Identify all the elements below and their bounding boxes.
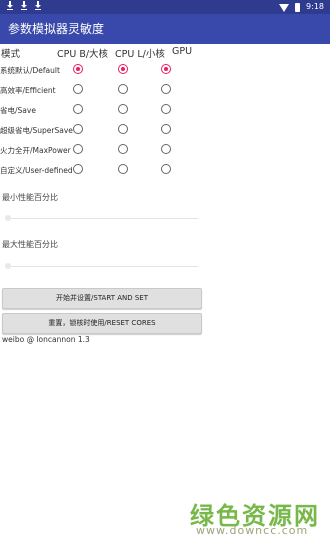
max-performance-slider[interactable] (8, 266, 198, 267)
app-title: 参数模拟器灵敏度 (8, 22, 105, 36)
mode-radio[interactable] (161, 124, 171, 134)
download-icon (20, 0, 28, 10)
reset-cores-button[interactable]: 重置，锁核时使用/RESET CORES (2, 313, 202, 334)
max-performance-label: 最大性能百分比 (2, 240, 58, 249)
max-performance-slider-thumb[interactable] (5, 263, 11, 269)
mode-label: 超级省电/SuperSave (0, 126, 73, 135)
wifi-icon (279, 4, 290, 12)
mode-radio[interactable] (73, 164, 83, 174)
mode-radio[interactable] (73, 64, 83, 74)
mode-radio[interactable] (73, 84, 83, 94)
header-cpu-little: CPU L/小核 (115, 49, 165, 60)
min-performance-label: 最小性能百分比 (2, 193, 58, 202)
mode-radio[interactable] (118, 164, 128, 174)
mode-radio[interactable] (161, 104, 171, 114)
watermark-url: www.downcc.com (196, 524, 309, 537)
mode-radio[interactable] (161, 144, 171, 154)
mode-radio[interactable] (161, 164, 171, 174)
download-icon (34, 0, 42, 10)
app-bar: 参数模拟器灵敏度 (0, 14, 330, 44)
mode-radio[interactable] (118, 84, 128, 94)
mode-label: 火力全开/MaxPower (0, 146, 71, 155)
status-bar: 9:18 (0, 0, 330, 14)
mode-radio[interactable] (73, 124, 83, 134)
credit-text: weibo @ loncannon 1.3 (2, 335, 90, 344)
mode-radio[interactable] (161, 64, 171, 74)
status-time: 9:18 (306, 2, 324, 11)
mode-radio[interactable] (73, 144, 83, 154)
header-gpu: GPU (172, 46, 193, 57)
header-mode: 模式 (1, 49, 21, 60)
mode-radio[interactable] (118, 144, 128, 154)
mode-radio[interactable] (118, 64, 128, 74)
mode-label: 高效率/Efficient (0, 86, 56, 95)
mode-label: 省电/Save (0, 106, 36, 115)
mode-label: 自定义/User-defined (0, 166, 73, 175)
mode-label: 系统默认/Default (0, 66, 60, 75)
battery-icon (295, 2, 301, 12)
start-and-set-button[interactable]: 开始并设置/START AND SET (2, 288, 202, 309)
mode-radio[interactable] (161, 84, 171, 94)
download-icon (6, 0, 14, 10)
header-cpu-big: CPU B/大核 (57, 49, 109, 60)
min-performance-slider[interactable] (8, 218, 198, 219)
min-performance-slider-thumb[interactable] (5, 215, 11, 221)
mode-radio[interactable] (118, 104, 128, 114)
mode-radio[interactable] (73, 104, 83, 114)
mode-radio[interactable] (118, 124, 128, 134)
